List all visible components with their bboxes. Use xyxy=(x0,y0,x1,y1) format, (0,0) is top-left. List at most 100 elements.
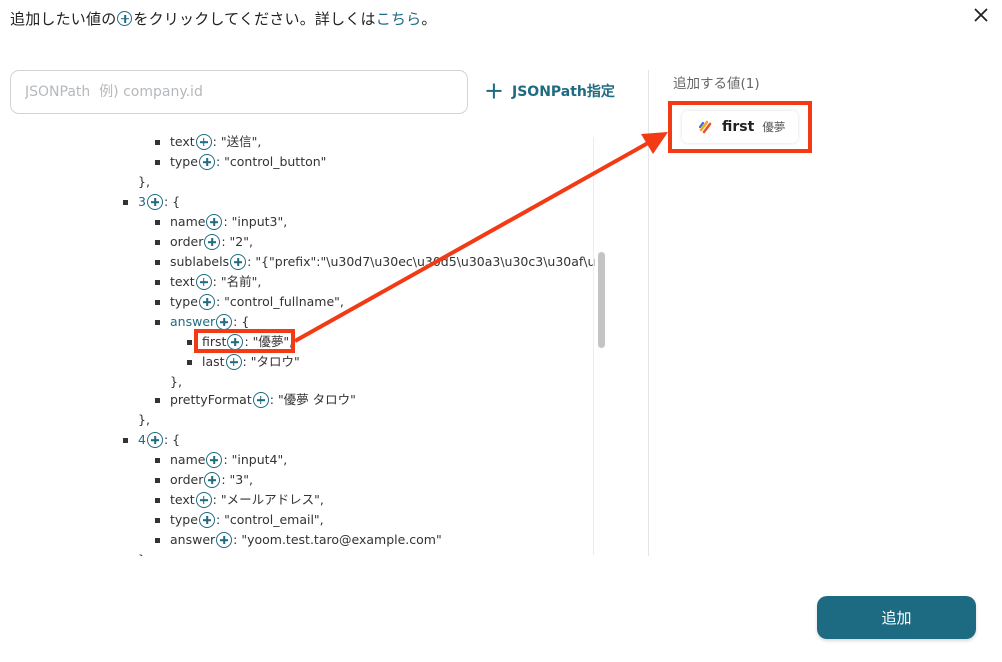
tree-value: }, xyxy=(138,174,150,189)
tree-row: text: "メールアドレス", xyxy=(155,490,324,510)
tree-value: "メールアドレス", xyxy=(220,492,324,507)
tree-row: prettyFormat: "優夢 タロウ" xyxy=(155,390,356,410)
tree-row: sublabels: "{"prefix":"\u30d7\u30ec\u30d… xyxy=(155,252,596,272)
tree-value: }, xyxy=(170,374,182,389)
yoom-logo-icon xyxy=(698,120,712,134)
tree-row: order: "3", xyxy=(155,470,253,490)
tree-value: "2", xyxy=(229,234,253,249)
tree-separator: : xyxy=(223,214,232,229)
tree-value: "3", xyxy=(229,472,253,487)
tree-scrollbar-thumb[interactable] xyxy=(598,252,605,348)
tree-key: last xyxy=(202,354,225,369)
tree-row: type: "control_button" xyxy=(155,152,327,172)
selected-values-title: 追加する値(1) xyxy=(673,76,760,92)
tree-row: }, xyxy=(170,372,182,392)
tree-row: answer: "yoom.test.taro@example.com" xyxy=(155,530,442,550)
tree-value: "送信", xyxy=(220,134,262,149)
tree-separator: : xyxy=(212,492,221,507)
add-value-plus-icon[interactable] xyxy=(195,492,212,508)
bullet-icon xyxy=(155,140,160,145)
add-value-plus-icon[interactable] xyxy=(204,472,221,488)
jsonpath-search-input[interactable] xyxy=(10,70,468,114)
tree-separator: : xyxy=(215,512,225,527)
tree-key: order xyxy=(170,234,204,249)
instruction-text: 追加したい値の をクリックしてください。詳しくはこちら。 xyxy=(10,8,437,29)
tree-row: } xyxy=(138,550,146,556)
bullet-icon xyxy=(123,438,128,443)
tree-row: type: "control_email", xyxy=(155,510,324,530)
tree-row: last: "タロウ" xyxy=(187,352,300,372)
add-value-plus-icon[interactable] xyxy=(204,234,221,250)
bullet-icon xyxy=(155,398,160,403)
selected-value-value: 優夢 xyxy=(762,120,786,134)
add-value-plus-icon[interactable] xyxy=(198,154,215,170)
jsonpath-specify-button[interactable]: JSONPath指定 xyxy=(486,81,615,101)
tree-key[interactable]: 3 xyxy=(138,194,146,209)
bullet-icon xyxy=(155,160,160,165)
tree-row: 3: { xyxy=(123,192,181,212)
add-value-plus-icon[interactable] xyxy=(252,392,269,408)
json-tree: text: "送信", type: "control_button"}, 3: {n… xyxy=(0,132,600,556)
bullet-icon xyxy=(155,320,160,325)
tree-key: text xyxy=(170,492,195,507)
tree-separator: : xyxy=(215,154,225,169)
tree-separator: : xyxy=(215,294,225,309)
plus-icon xyxy=(486,83,502,99)
bullet-icon xyxy=(155,260,160,265)
tree-value: } xyxy=(138,552,146,556)
tree-value: "control_button" xyxy=(224,154,327,169)
bullet-icon xyxy=(155,220,160,225)
tree-key: name xyxy=(170,452,206,467)
plus-circle-icon xyxy=(117,11,133,26)
bullet-icon xyxy=(187,360,192,365)
tree-key: order xyxy=(170,472,204,487)
instruction-text-part2: をクリックしてください。詳しくは xyxy=(133,10,376,28)
tree-value: "input4", xyxy=(231,452,288,467)
tree-value: "input3", xyxy=(231,214,288,229)
bullet-icon xyxy=(155,458,160,463)
tree-separator: : xyxy=(163,194,173,209)
tree-value: "control_email", xyxy=(224,512,324,527)
bullet-icon xyxy=(155,280,160,285)
tree-separator: : xyxy=(163,432,173,447)
tree-separator: : xyxy=(212,274,221,289)
tree-key[interactable]: 4 xyxy=(138,432,146,447)
panel-divider xyxy=(648,70,649,556)
close-icon xyxy=(974,8,988,22)
selected-value-highlight: first 優夢 xyxy=(668,101,812,153)
add-value-plus-icon[interactable] xyxy=(195,274,212,290)
tree-key: name xyxy=(170,214,206,229)
add-value-plus-icon[interactable] xyxy=(146,194,163,210)
add-value-plus-icon[interactable] xyxy=(198,512,215,528)
tree-value: "タロウ" xyxy=(250,354,300,369)
instruction-text-part1: 追加したい値の xyxy=(10,10,117,28)
add-value-plus-icon[interactable] xyxy=(216,532,233,548)
selected-value-chip[interactable]: first 優夢 xyxy=(682,111,798,143)
tree-row: type: "control_fullname", xyxy=(155,292,344,312)
add-value-plus-icon[interactable] xyxy=(216,314,233,330)
add-value-plus-icon[interactable] xyxy=(206,214,223,230)
add-value-plus-icon[interactable] xyxy=(195,134,212,150)
tree-key: type xyxy=(170,512,198,527)
help-link[interactable]: こちら xyxy=(376,10,422,28)
add-value-plus-icon[interactable] xyxy=(198,294,215,310)
tree-value: "{"prefix":"\u30d7\u30ec\u30d5\u30a3\u30… xyxy=(255,254,596,269)
add-button[interactable]: 追加 xyxy=(817,596,976,639)
bullet-icon xyxy=(187,340,192,345)
tree-row: name: "input3", xyxy=(155,212,288,232)
jsonpath-specify-label: JSONPath指定 xyxy=(512,84,615,100)
add-value-plus-icon[interactable] xyxy=(225,354,242,370)
add-value-plus-icon[interactable] xyxy=(146,432,163,448)
tree-key: type xyxy=(170,154,198,169)
close-button[interactable] xyxy=(970,4,992,26)
tree-value: { xyxy=(172,432,181,447)
add-value-plus-icon[interactable] xyxy=(230,254,247,270)
tree-key: type xyxy=(170,294,198,309)
add-value-plus-icon[interactable] xyxy=(206,452,223,468)
tree-separator: : xyxy=(221,472,230,487)
tree-key[interactable]: answer xyxy=(170,314,215,329)
bullet-icon xyxy=(155,538,160,543)
tree-value: { xyxy=(172,194,181,209)
tree-value: "優夢 タロウ" xyxy=(277,392,356,407)
tree-row: }, xyxy=(138,172,150,192)
